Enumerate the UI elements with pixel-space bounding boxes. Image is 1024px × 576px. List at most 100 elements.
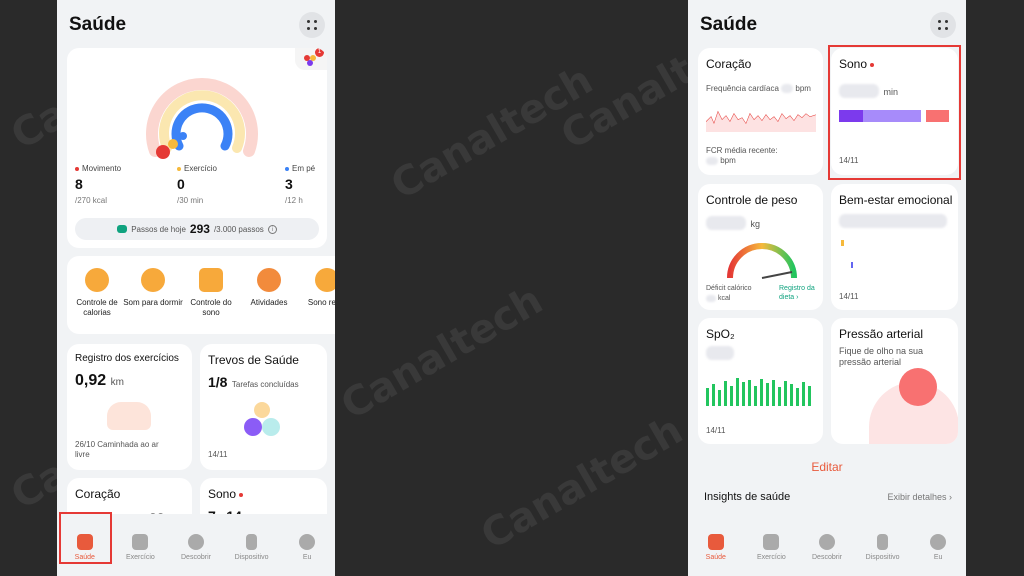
stat-label: Movimento bbox=[82, 164, 122, 173]
steps-goal: /3.000 passos bbox=[213, 224, 264, 234]
page-title: Saúde bbox=[700, 14, 758, 35]
profile-icon bbox=[930, 533, 947, 550]
card-title: Sono bbox=[208, 487, 237, 501]
avg-hr-unit: bpm bbox=[720, 156, 736, 165]
hand-illustration-icon bbox=[107, 402, 151, 430]
diet-log-link[interactable]: Registro da dieta › bbox=[779, 284, 815, 302]
card-title: Controle de peso bbox=[706, 193, 798, 207]
tab-label: Exercício bbox=[125, 553, 155, 561]
heart-card[interactable]: Coração Frequência cardíaca bpm FCR médi… bbox=[698, 48, 823, 175]
blurred-value bbox=[706, 294, 716, 302]
stat-unit: /30 min bbox=[177, 196, 204, 205]
spo2-card[interactable]: SpO₂ 14/11 bbox=[698, 318, 823, 444]
watermark: Canaltech bbox=[473, 407, 691, 559]
badge-count: 1 bbox=[315, 48, 324, 57]
gauge-icon bbox=[899, 368, 937, 406]
compass-icon bbox=[187, 533, 204, 550]
shortcut-label: Controle do sono bbox=[190, 298, 232, 317]
distance-value: 0,92 bbox=[75, 372, 107, 389]
steps-pill[interactable]: Passos de hoje 293 /3.000 passos i bbox=[75, 218, 319, 240]
shortcut-sleep-control[interactable]: Controle do sono bbox=[181, 256, 241, 318]
tab-me[interactable]: Eu bbox=[913, 533, 963, 561]
tab-discover[interactable]: Descobrir bbox=[802, 533, 852, 561]
exercise-log-card[interactable]: Registro dos exercícios 0,92 km 26/10 Ca… bbox=[67, 344, 192, 470]
stat-label: Exercício bbox=[184, 164, 217, 173]
shortcut-activities[interactable]: Atividades bbox=[239, 256, 299, 308]
activity-rings-card[interactable]: 1 Movimento 8 /270 kcal Exercício 0 /30 … bbox=[67, 48, 327, 248]
stat-movement[interactable]: Movimento 8 /270 kcal bbox=[75, 164, 121, 205]
card-date: 14/11 bbox=[706, 426, 726, 435]
tab-device[interactable]: Dispositivo bbox=[858, 533, 908, 561]
health-app-screen-left: Saúde 1 Movimento 8 /270 kcal Exercício … bbox=[57, 0, 335, 576]
clover-icon bbox=[240, 402, 286, 442]
shortcut-label: Sono relax bbox=[307, 298, 335, 307]
section-title: Insights de saúde bbox=[704, 491, 791, 503]
stat-value: 0 bbox=[177, 176, 185, 192]
edit-button[interactable]: Editar bbox=[688, 460, 966, 474]
show-details-link[interactable]: Exibir detalhes › bbox=[887, 492, 952, 502]
distance-unit: km bbox=[110, 377, 124, 388]
stat-dot bbox=[75, 166, 79, 171]
steps-label: Passos de hoje bbox=[131, 224, 186, 234]
clover-value: 1/8 bbox=[208, 374, 228, 390]
deficit-unit: kcal bbox=[717, 295, 731, 302]
tab-label: Descobrir bbox=[181, 553, 211, 561]
shortcut-sleep-relax[interactable]: Sono relax bbox=[297, 256, 335, 308]
tab-device[interactable]: Dispositivo bbox=[227, 533, 277, 561]
tab-label: Descobrir bbox=[812, 553, 842, 561]
stat-value: 3 bbox=[285, 176, 293, 192]
emotional-wellbeing-card[interactable]: Bem-estar emocional 14/11 bbox=[831, 184, 958, 310]
shortcut-label: Atividades bbox=[250, 298, 288, 307]
card-title: SpO₂ bbox=[706, 327, 735, 341]
tab-label: Saúde bbox=[705, 553, 726, 561]
blood-pressure-card[interactable]: Pressão arterial Fique de olho na sua pr… bbox=[831, 318, 958, 444]
health-app-screen-right: Saúde Coração Frequência cardíaca bpm FC… bbox=[688, 0, 966, 576]
heart-icon bbox=[707, 533, 724, 550]
stat-standing[interactable]: Em pé 3 /12 h bbox=[285, 164, 315, 205]
stat-dot bbox=[285, 166, 289, 171]
card-title: Trevos de Saúde bbox=[208, 353, 299, 367]
health-clovers-card[interactable]: Trevos de Saúde 1/8 Tarefas concluídas 1… bbox=[200, 344, 327, 470]
running-icon bbox=[132, 533, 149, 550]
mood-bar bbox=[851, 262, 853, 268]
shortcut-calories[interactable]: Controle de calorias bbox=[67, 256, 127, 318]
watch-icon bbox=[877, 533, 889, 550]
blurred-value bbox=[706, 346, 734, 360]
notification-badge-icon[interactable]: 1 bbox=[295, 48, 327, 70]
avg-hr-label: FCR média recente: bbox=[706, 146, 778, 155]
tab-label: Eu bbox=[933, 553, 943, 561]
spo2-bars bbox=[706, 376, 816, 406]
shortcut-label: Controle de calorias bbox=[76, 298, 118, 317]
tab-label: Dispositivo bbox=[234, 553, 269, 561]
stat-value: 8 bbox=[75, 176, 83, 192]
weight-unit: kg bbox=[750, 219, 760, 229]
card-title: Pressão arterial bbox=[839, 327, 924, 341]
activity-rings bbox=[146, 78, 258, 159]
weight-card[interactable]: Controle de peso kg Déficit calórico kca… bbox=[698, 184, 823, 310]
stat-unit: /270 kcal bbox=[75, 196, 108, 205]
mood-bar bbox=[841, 240, 844, 246]
blurred-value bbox=[839, 214, 947, 228]
stat-dot bbox=[177, 166, 181, 171]
tab-discover[interactable]: Descobrir bbox=[171, 533, 221, 561]
info-icon[interactable]: i bbox=[267, 224, 277, 234]
stat-exercise[interactable]: Exercício 0 /30 min bbox=[177, 164, 217, 205]
tab-me[interactable]: Eu bbox=[282, 533, 332, 561]
more-menu-button[interactable] bbox=[299, 12, 325, 38]
shortcuts-card: Controle de calorias Som para dormir Con… bbox=[67, 256, 335, 334]
tab-health[interactable]: Saúde bbox=[691, 533, 741, 561]
hr-label: Frequência cardíaca bbox=[706, 84, 779, 93]
tab-exercise[interactable]: Exercício bbox=[746, 533, 796, 561]
deficit-label: Déficit calórico bbox=[706, 285, 752, 292]
tab-label: Dispositivo bbox=[865, 553, 900, 561]
grid-dots-icon bbox=[938, 20, 948, 30]
card-title: Registro dos exercícios bbox=[75, 353, 179, 364]
watch-icon bbox=[246, 533, 258, 550]
footsteps-icon bbox=[117, 225, 128, 233]
shortcut-sleep-sound[interactable]: Som para dormir bbox=[123, 256, 183, 308]
moon-music-icon bbox=[141, 268, 165, 292]
more-menu-button[interactable] bbox=[930, 12, 956, 38]
page-title: Saúde bbox=[69, 14, 127, 35]
calories-icon bbox=[85, 268, 109, 292]
tab-exercise[interactable]: Exercício bbox=[115, 533, 165, 561]
